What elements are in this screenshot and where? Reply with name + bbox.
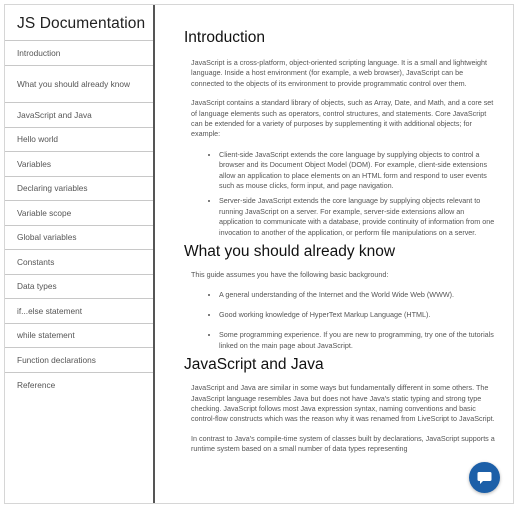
page-frame: JS Documentation Introduction What you s… xyxy=(4,4,514,504)
sidebar-item-data-types[interactable]: Data types xyxy=(5,275,153,299)
sidebar-item-constants[interactable]: Constants xyxy=(5,250,153,275)
main-document: Introduction JavaScript is a cross-platf… xyxy=(155,5,513,503)
sidebar-item-variables[interactable]: Variables xyxy=(5,152,153,177)
paragraph: This guide assumes you have the followin… xyxy=(191,270,389,280)
list-item: Server-side JavaScript extends the core … xyxy=(219,196,495,238)
paragraph: In contrast to Java's compile-time syste… xyxy=(191,433,495,454)
sidebar-item-reference[interactable]: Reference xyxy=(5,373,153,397)
section-heading: What you should already know xyxy=(184,243,396,261)
sidebar-item-function-declarations[interactable]: Function declarations xyxy=(5,348,153,373)
sidebar-item-javascript-and-java[interactable]: JavaScript and Java xyxy=(5,103,153,128)
sidebar-item-declaring-variables[interactable]: Declaring variables xyxy=(5,177,153,201)
section-introduction: Introduction JavaScript is a cross-platf… xyxy=(184,29,495,238)
sidebar-item-what-you-should-already-know[interactable]: What you should already know xyxy=(5,66,153,103)
bullet-list: Client-side JavaScript extends the core … xyxy=(184,150,495,238)
bullet-list: A general understanding of the Internet … xyxy=(184,290,495,352)
sidebar-item-introduction[interactable]: Introduction xyxy=(5,41,153,66)
section-javascript-and-java: JavaScript and Java JavaScript and Java … xyxy=(184,356,495,454)
paragraph: JavaScript and Java are similar in some … xyxy=(191,383,495,424)
chat-button[interactable] xyxy=(469,462,500,493)
sidebar-item-variable-scope[interactable]: Variable scope xyxy=(5,201,153,226)
sidebar-nav: JS Documentation Introduction What you s… xyxy=(5,5,155,503)
section-heading: Introduction xyxy=(184,29,265,46)
sidebar-item-while-statement[interactable]: while statement xyxy=(5,324,153,348)
list-item: A general understanding of the Internet … xyxy=(219,290,495,300)
paragraph: JavaScript contains a standard library o… xyxy=(191,98,494,139)
section-what-you-should-already-know: What you should already know This guide … xyxy=(184,243,495,351)
paragraph: JavaScript is a cross-platform, object-o… xyxy=(191,58,488,88)
section-heading: JavaScript and Java xyxy=(184,356,324,374)
list-item: Good working knowledge of HyperText Mark… xyxy=(219,310,495,320)
list-item: Client-side JavaScript extends the core … xyxy=(219,150,495,192)
list-item: Some programming experience. If you are … xyxy=(219,330,495,351)
sidebar-item-hello-world[interactable]: Hello world xyxy=(5,128,153,152)
sidebar-item-if-else-statement[interactable]: if...else statement xyxy=(5,299,153,324)
chat-bubble-icon xyxy=(477,471,492,484)
sidebar-title: JS Documentation xyxy=(5,5,153,41)
sidebar-item-global-variables[interactable]: Global variables xyxy=(5,226,153,250)
